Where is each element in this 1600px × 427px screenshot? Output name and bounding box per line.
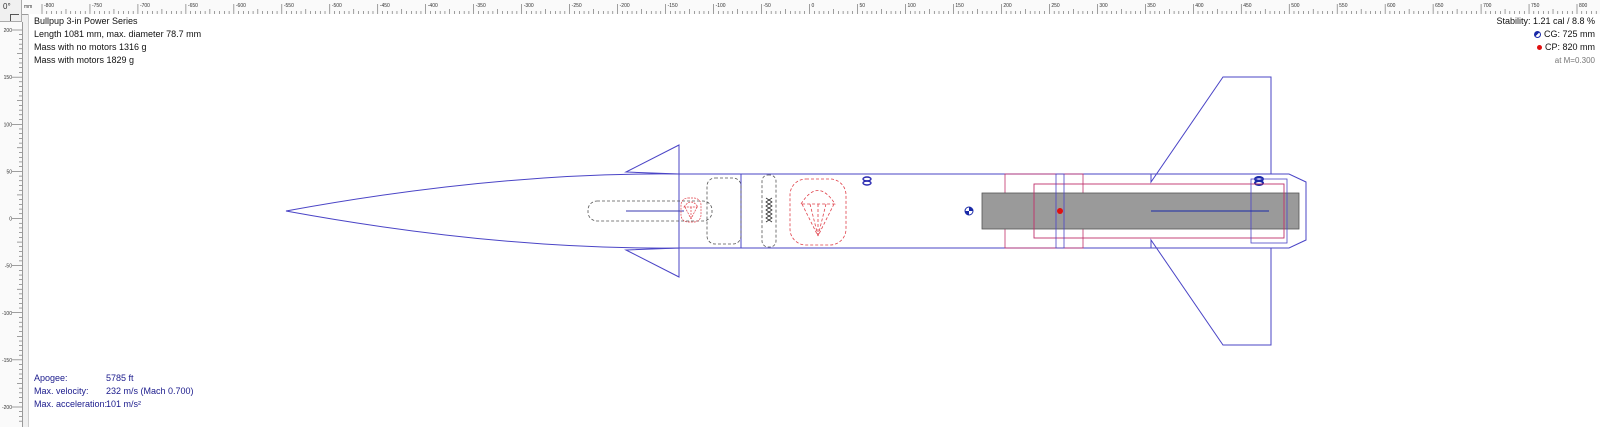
cp-value: CP: 820 mm bbox=[1544, 42, 1595, 52]
ruler-label: 750 bbox=[1531, 3, 1540, 9]
ruler-label: 150 bbox=[4, 75, 13, 81]
ruler-label: 50 bbox=[6, 169, 12, 175]
aft-fin-top[interactable] bbox=[1150, 76, 1272, 184]
ruler-label: 50 bbox=[859, 3, 865, 9]
rocket-figure-canvas[interactable]: Bullpup 3-in Power Series Length 1081 mm… bbox=[28, 14, 1600, 427]
drogue-parachute-icon[interactable] bbox=[680, 197, 702, 223]
ruler-label: -400 bbox=[428, 3, 438, 9]
ruler-label: 500 bbox=[1291, 3, 1300, 9]
ruler-label: -350 bbox=[476, 3, 486, 9]
coupler-section[interactable] bbox=[678, 173, 742, 249]
apogee-value: 5785 ft bbox=[106, 373, 134, 383]
vertical-ruler: 200 150 100 50 0 -50 -100 -150 -200 bbox=[0, 22, 23, 427]
aft-fin-bottom[interactable] bbox=[1150, 238, 1272, 346]
ruler-label: 200 bbox=[1003, 3, 1012, 9]
nose-cone[interactable] bbox=[285, 173, 680, 249]
ruler-label: -200 bbox=[620, 3, 630, 9]
ruler-label: -700 bbox=[140, 3, 150, 9]
rail-button-forward[interactable] bbox=[862, 176, 872, 186]
cg-value: CG: 725 mm bbox=[1543, 29, 1595, 39]
ruler-label: -650 bbox=[188, 3, 198, 9]
ruler-label: -150 bbox=[668, 3, 678, 9]
ruler-label: 650 bbox=[1435, 3, 1444, 9]
shock-cord-icon[interactable] bbox=[765, 197, 773, 223]
ruler-unit: mm bbox=[24, 4, 32, 10]
ruler-label: -50 bbox=[5, 264, 12, 270]
cp-legend-icon bbox=[1536, 45, 1542, 51]
cg-legend-icon bbox=[1533, 31, 1541, 39]
ruler-label: 550 bbox=[1339, 3, 1348, 9]
apogee-label: Apogee: bbox=[34, 373, 68, 383]
rotation-label: 0° bbox=[3, 2, 11, 11]
cg-readout: CG: 725 mm bbox=[1533, 29, 1595, 39]
cg-marker-icon[interactable] bbox=[964, 206, 974, 216]
main-parachute-icon[interactable] bbox=[789, 178, 847, 246]
ruler-label: -600 bbox=[236, 3, 246, 9]
ruler-label: 250 bbox=[1051, 3, 1060, 9]
forward-fin-top[interactable] bbox=[624, 144, 680, 175]
cp-marker-icon[interactable] bbox=[1057, 208, 1063, 214]
forward-fin-bottom[interactable] bbox=[624, 247, 680, 278]
ruler-label: 200 bbox=[4, 28, 13, 34]
design-length: Length 1081 mm, max. diameter 78.7 mm bbox=[34, 29, 202, 39]
max-acceleration-value: 101 m/s² bbox=[106, 399, 142, 409]
ruler-label: 150 bbox=[955, 3, 964, 9]
ruler-label: -100 bbox=[716, 3, 726, 9]
ruler-label: -250 bbox=[572, 3, 582, 9]
ruler-label: 0 bbox=[812, 3, 815, 9]
cp-readout: CP: 820 mm bbox=[1536, 42, 1595, 52]
ruler-corner[interactable]: 0° bbox=[0, 0, 22, 22]
ruler-label: -100 bbox=[2, 311, 12, 317]
ruler-label: 450 bbox=[1243, 3, 1252, 9]
ruler-label: -800 bbox=[44, 3, 54, 9]
ruler-label: 800 bbox=[1579, 3, 1588, 9]
ruler-label: 0 bbox=[9, 217, 12, 223]
rotation-icon bbox=[10, 14, 19, 21]
horizontal-ruler: mm -800 -750 -700 -650 -600 -550 -500 -450 -400 -3… bbox=[22, 0, 1600, 15]
stability-readout: Stability: 1.21 cal / 8.8 % bbox=[1496, 16, 1595, 26]
mach-readout: at M=0.300 bbox=[1554, 56, 1595, 65]
design-name: Bullpup 3-in Power Series bbox=[34, 16, 138, 26]
max-acceleration-label: Max. acceleration: bbox=[34, 399, 108, 409]
ruler-label: 350 bbox=[1147, 3, 1156, 9]
ruler-label: -750 bbox=[92, 3, 102, 9]
design-mass-no-motors: Mass with no motors 1316 g bbox=[34, 42, 147, 52]
ruler-label: 400 bbox=[1195, 3, 1204, 9]
design-mass-with-motors: Mass with motors 1829 g bbox=[34, 55, 135, 65]
ruler-label: 700 bbox=[1483, 3, 1492, 9]
ruler-label: 600 bbox=[1387, 3, 1396, 9]
ruler-label: -500 bbox=[332, 3, 342, 9]
ruler-label: -450 bbox=[380, 3, 390, 9]
ruler-label: 100 bbox=[907, 3, 916, 9]
ruler-label: -200 bbox=[2, 405, 12, 411]
ruler-label: 100 bbox=[4, 122, 13, 128]
baffle-dashed-2[interactable] bbox=[761, 174, 777, 248]
rocket-drawing[interactable] bbox=[29, 14, 1600, 427]
max-velocity-value: 232 m/s (Mach 0.700) bbox=[106, 386, 194, 396]
ruler-label: -50 bbox=[764, 3, 771, 9]
max-velocity-label: Max. velocity: bbox=[34, 386, 89, 396]
ruler-label: -550 bbox=[284, 3, 294, 9]
ruler-label: 300 bbox=[1099, 3, 1108, 9]
ruler-label: -150 bbox=[2, 358, 12, 364]
ruler-label: -300 bbox=[524, 3, 534, 9]
